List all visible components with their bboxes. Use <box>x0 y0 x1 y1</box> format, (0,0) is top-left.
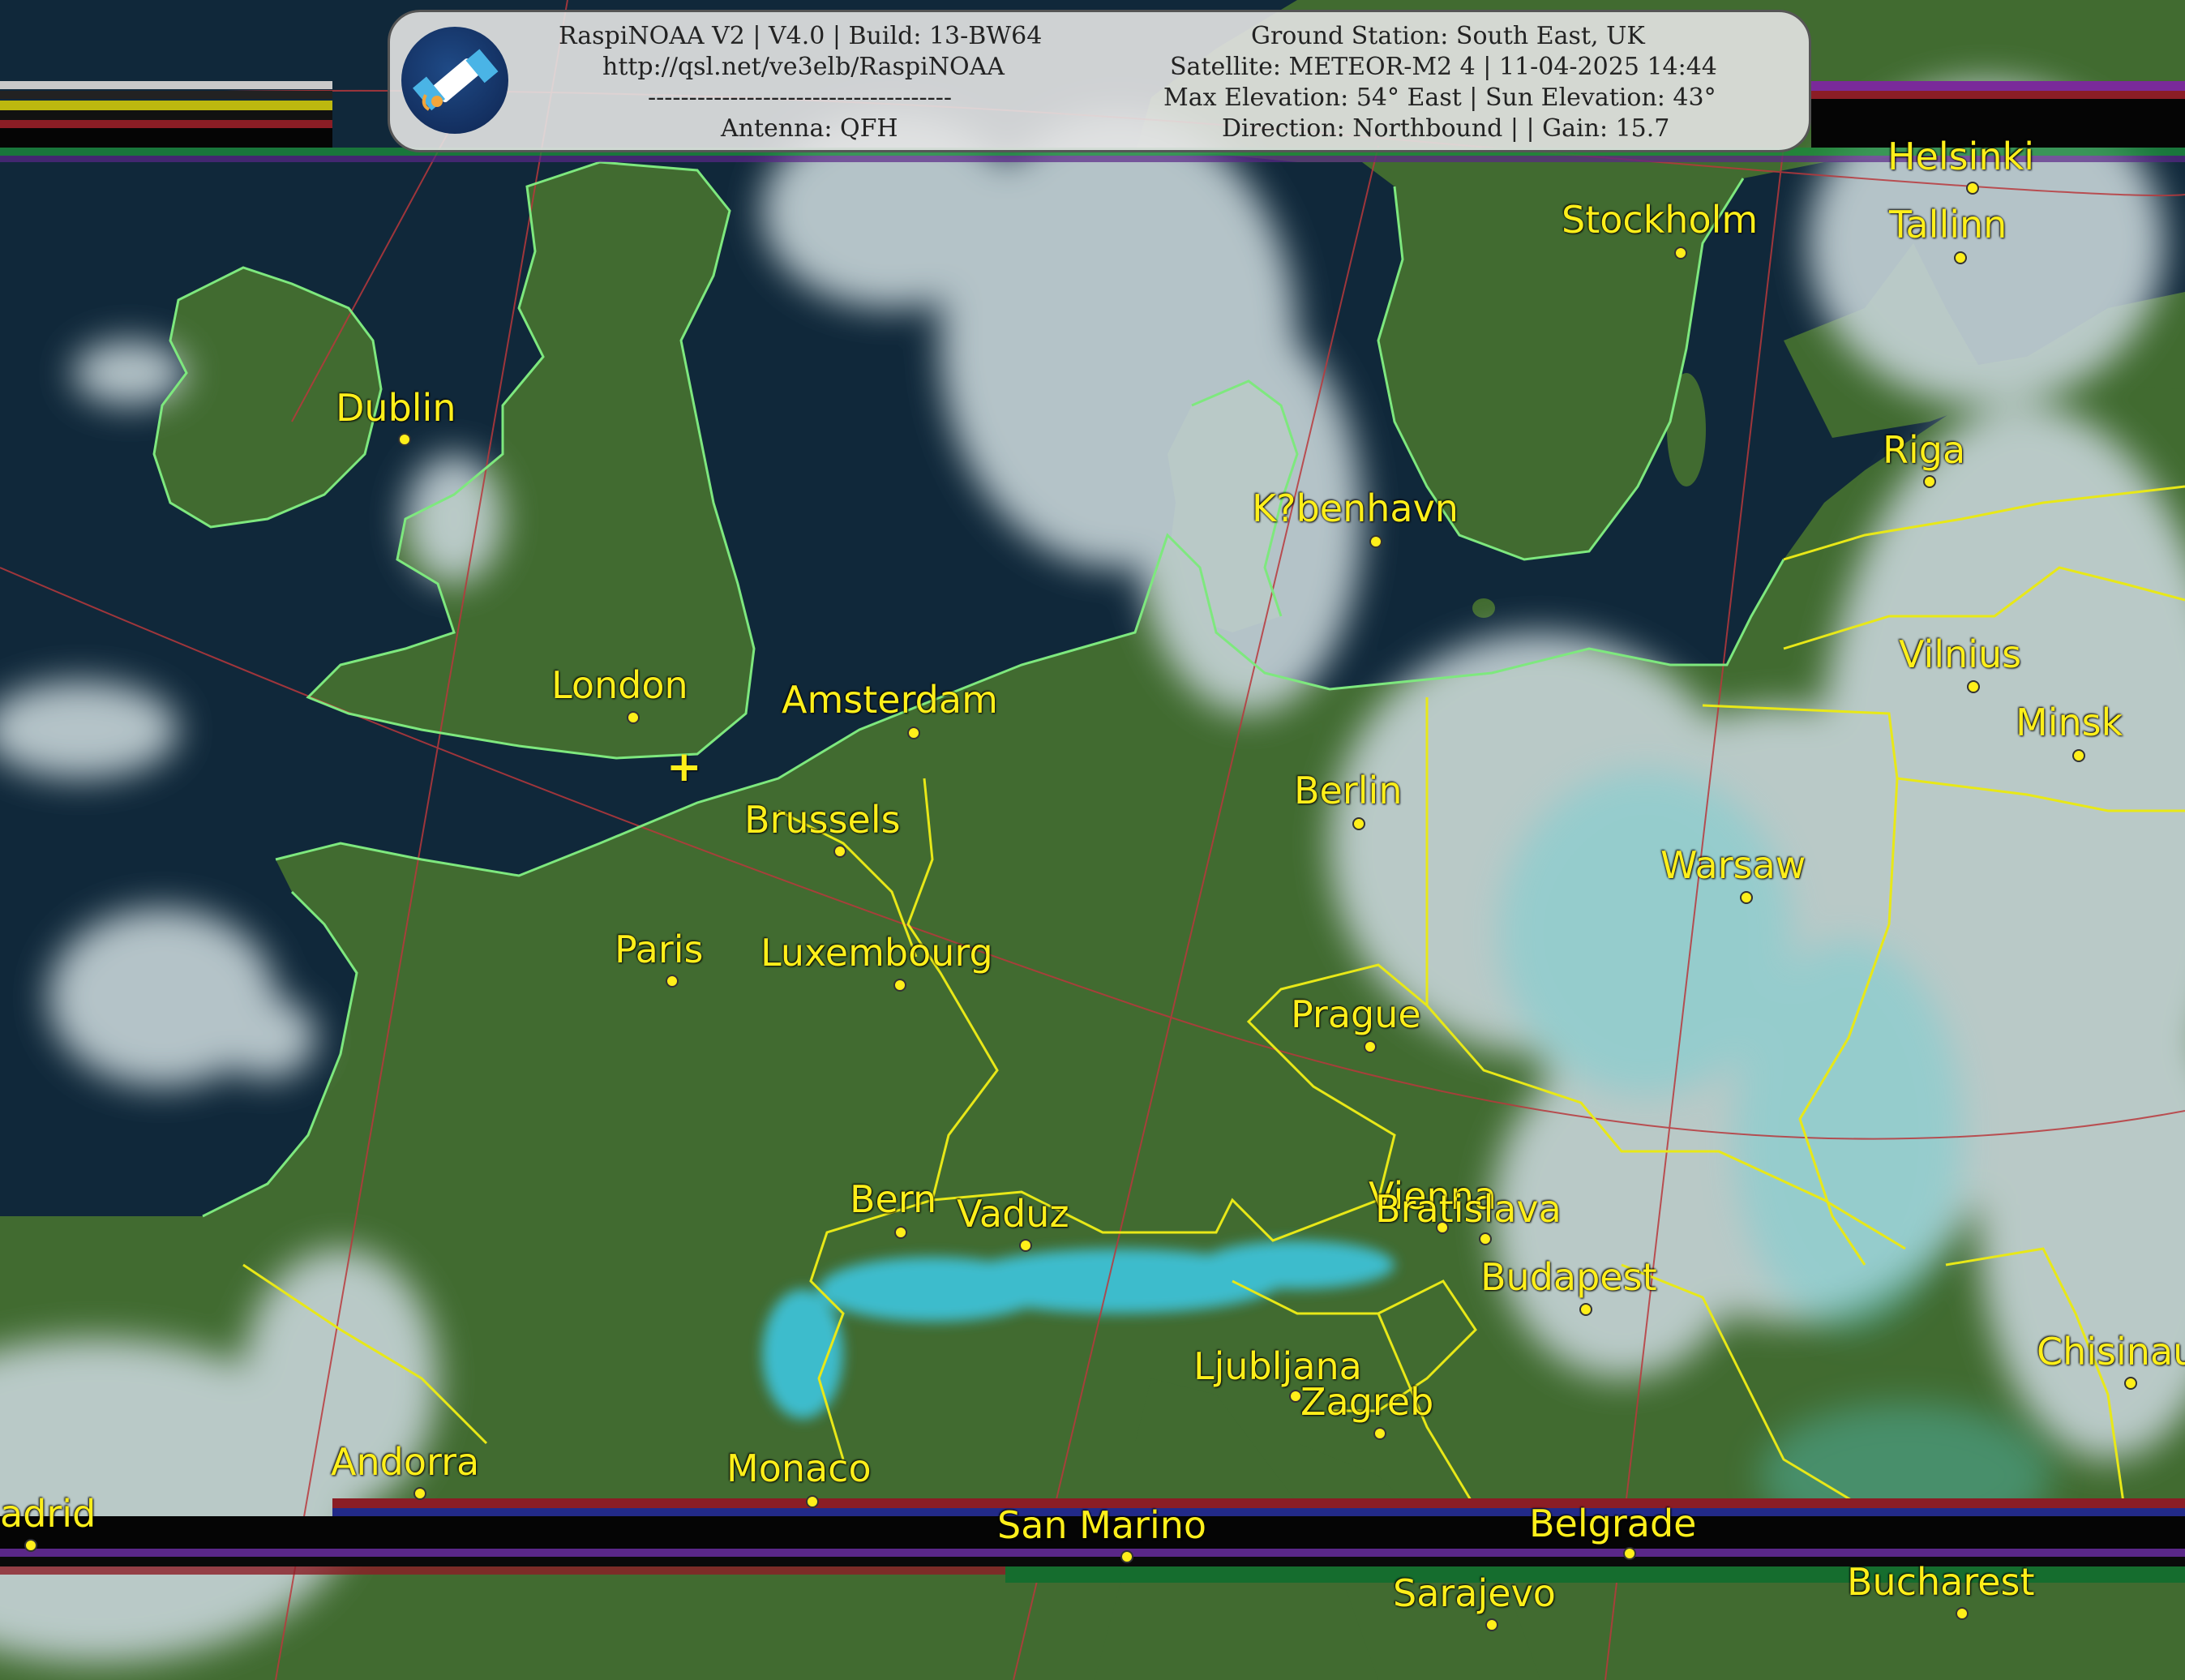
bornholm-island <box>1472 598 1495 618</box>
city-label-belgrade: Belgrade <box>1529 1502 1697 1545</box>
city-label-bratislava: Bratislava <box>1375 1187 1562 1231</box>
city-marker-san-marino <box>1120 1550 1133 1563</box>
city-marker-berlin <box>1352 817 1365 830</box>
city-label-luxembourg: Luxembourg <box>760 931 993 975</box>
city-label-san-marino: San Marino <box>997 1503 1207 1547</box>
city-label-dublin: Dublin <box>336 386 456 430</box>
city-marker-stockholm <box>1674 246 1687 259</box>
city-marker-brussels <box>833 845 846 858</box>
city-label-chisinau: Chisinau <box>2037 1330 2185 1374</box>
city-marker-monaco <box>806 1495 819 1508</box>
city-label-vilnius: Vilnius <box>1899 632 2022 676</box>
city-label-bern: Bern <box>850 1177 937 1221</box>
project-url[interactable]: http://qsl.net/ve3elb/RaspiNOAA <box>602 53 1005 81</box>
city-label-minsk: Minsk <box>2016 701 2123 744</box>
city-marker-belgrade <box>1623 1547 1636 1560</box>
city-label-budapest: Budapest <box>1480 1255 1657 1299</box>
city-label-paris: Paris <box>615 928 704 971</box>
elevation-info: Max Elevation: 54° East | Sun Elevation:… <box>1163 84 1716 112</box>
city-label-andorra: Andorra <box>331 1440 480 1484</box>
antenna-info: Antenna: QFH <box>721 114 898 143</box>
city-marker-riga <box>1923 475 1936 488</box>
city-marker-zagreb <box>1373 1427 1386 1440</box>
map-canvas <box>0 0 2185 1680</box>
city-label-helsinki: Helsinki <box>1887 135 2034 178</box>
city-marker-madrid <box>24 1539 37 1552</box>
city-label-stockholm: Stockholm <box>1562 198 1759 242</box>
satellite-image: RaspiNOAA V2 | V4.0 | Build: 13-BW64 htt… <box>0 0 2185 1680</box>
city-marker-chisinau <box>2124 1377 2137 1390</box>
city-marker-kobenhavn <box>1369 535 1382 548</box>
ground-station-marker: + <box>666 743 702 791</box>
city-marker-vilnius <box>1967 680 1980 693</box>
city-label-tallinn: Tallinn <box>1889 203 2007 246</box>
city-marker-bucharest <box>1956 1607 1969 1620</box>
city-marker-london <box>627 711 640 724</box>
city-label-zagreb: Zagreb <box>1300 1380 1434 1424</box>
city-label-kobenhavn: K?benhavn <box>1252 486 1459 530</box>
city-marker-bern <box>894 1226 907 1239</box>
city-label-madrid: adrid <box>0 1492 96 1536</box>
city-label-brussels: Brussels <box>744 798 901 842</box>
city-marker-vaduz <box>1019 1239 1032 1252</box>
satellite-info: Satellite: METEOR-M2 4 | 11-04-2025 14:4… <box>1170 53 1717 81</box>
ground-station-info: Ground Station: South East, UK <box>1251 22 1645 50</box>
city-label-vaduz: Vaduz <box>957 1192 1069 1236</box>
city-marker-andorra <box>413 1487 426 1500</box>
city-marker-luxembourg <box>893 979 906 992</box>
city-label-sarajevo: Sarajevo <box>1393 1571 1556 1615</box>
city-marker-amsterdam <box>907 726 920 739</box>
city-marker-dublin <box>398 433 411 446</box>
city-label-london: London <box>551 663 688 707</box>
city-marker-sarajevo <box>1485 1618 1498 1631</box>
direction-gain-info: Direction: Northbound | | Gain: 15.7 <box>1222 114 1670 143</box>
city-label-riga: Riga <box>1883 428 1966 472</box>
city-marker-warsaw <box>1740 891 1753 904</box>
satellite-icon <box>401 27 508 134</box>
city-marker-minsk <box>2072 749 2085 762</box>
city-label-prague: Prague <box>1291 992 1421 1036</box>
divider-line: ------------------------------------- <box>648 84 953 112</box>
city-marker-tallinn <box>1954 251 1967 264</box>
city-marker-helsinki <box>1966 182 1979 195</box>
city-label-warsaw: Warsaw <box>1660 843 1806 887</box>
city-label-amsterdam: Amsterdam <box>782 678 998 722</box>
pass-info-panel: RaspiNOAA V2 | V4.0 | Build: 13-BW64 htt… <box>388 10 1811 152</box>
city-marker-bratislava <box>1479 1232 1492 1245</box>
software-version: RaspiNOAA V2 | V4.0 | Build: 13-BW64 <box>559 22 1043 50</box>
city-marker-prague <box>1364 1040 1377 1053</box>
city-marker-paris <box>666 975 679 988</box>
city-label-berlin: Berlin <box>1294 769 1403 812</box>
gotland-island <box>1667 373 1706 486</box>
city-label-monaco: Monaco <box>726 1446 872 1490</box>
city-marker-budapest <box>1579 1303 1592 1316</box>
city-label-bucharest: Bucharest <box>1847 1560 2035 1604</box>
